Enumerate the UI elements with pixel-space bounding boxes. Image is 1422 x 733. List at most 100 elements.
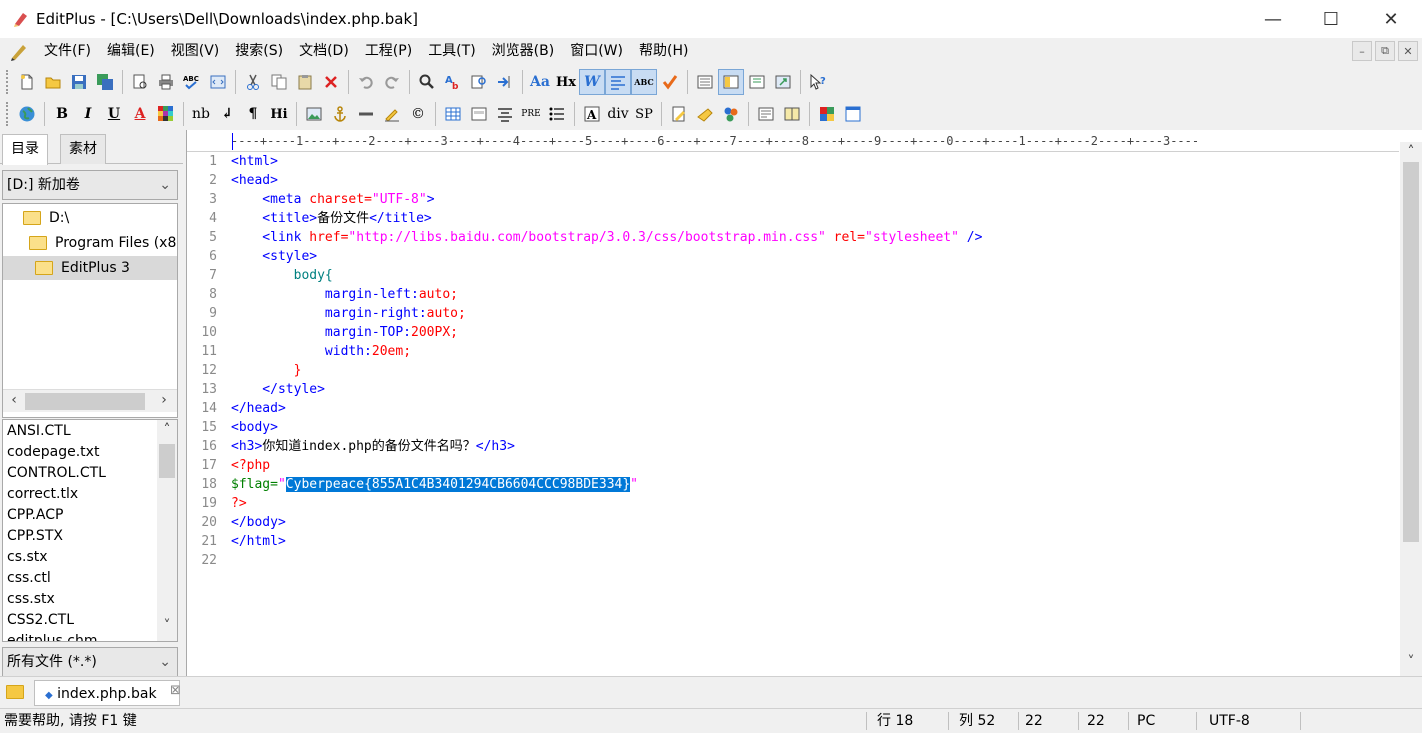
color-picker-button[interactable] — [153, 101, 179, 127]
close-button[interactable]: ✕ — [1362, 0, 1420, 38]
list-button[interactable] — [544, 101, 570, 127]
file-item[interactable]: css.ctl — [7, 568, 51, 589]
file-item[interactable]: cs.stx — [7, 547, 48, 568]
file-filter-select[interactable]: 所有文件 (*.*) ⌄ — [2, 647, 178, 677]
code-area[interactable]: <html> <head> <meta charset="UTF-8"> <ti… — [231, 152, 1399, 676]
minimize-button[interactable]: — — [1244, 0, 1302, 38]
file-item[interactable]: codepage.txt — [7, 442, 99, 463]
save-all-button[interactable] — [92, 69, 118, 95]
mdi-close-button[interactable]: ✕ — [1398, 41, 1418, 61]
editor-vertical-scrollbar[interactable]: ˄ ˅ — [1400, 142, 1422, 676]
horizontal-scrollbar[interactable]: ‹ › — [3, 389, 177, 412]
css-toolbar-button[interactable] — [692, 101, 718, 127]
file-item[interactable]: correct.tlx — [7, 484, 78, 505]
save-button[interactable] — [66, 69, 92, 95]
new-file-button[interactable] — [14, 69, 40, 95]
browser-button[interactable] — [14, 101, 40, 127]
maximize-button[interactable]: ☐ — [1302, 0, 1360, 38]
paragraph-button[interactable]: ¶ — [240, 101, 266, 127]
menu-document[interactable]: 文档(D) — [291, 39, 357, 63]
font-color-button[interactable]: A — [127, 101, 153, 127]
dir-item-selected[interactable]: EditPlus 3 — [3, 256, 177, 280]
image-button[interactable] — [301, 101, 327, 127]
check-button[interactable] — [657, 69, 683, 95]
dir-item[interactable]: D:\ — [23, 206, 69, 230]
html-toolbar-button[interactable] — [666, 101, 692, 127]
span-button[interactable]: SP — [631, 101, 657, 127]
mdi-minimize-button[interactable]: – — [1352, 41, 1372, 61]
toolbar-grip[interactable] — [6, 70, 10, 94]
anchor-button[interactable] — [327, 101, 353, 127]
customize-button[interactable] — [814, 101, 840, 127]
split-view-button[interactable] — [779, 101, 805, 127]
selected-flag-text[interactable]: Cyberpeace{855A1C4B3401294CB6604CCC98BDE… — [285, 477, 631, 492]
mdi-restore-button[interactable]: ⧉ — [1375, 41, 1395, 61]
table-button[interactable] — [440, 101, 466, 127]
scroll-up-icon[interactable]: ˄ — [1402, 144, 1420, 160]
underline-button[interactable]: U — [101, 101, 127, 127]
menu-tools[interactable]: 工具(T) — [420, 39, 483, 63]
special-char-button[interactable]: © — [405, 101, 431, 127]
directory-window-button[interactable] — [718, 69, 744, 95]
menu-file[interactable]: 文件(F) — [36, 39, 99, 63]
scroll-right-icon[interactable]: › — [155, 392, 173, 408]
file-item[interactable]: css.stx — [7, 589, 55, 610]
scroll-up-icon[interactable]: ˄ — [158, 422, 176, 438]
menu-window[interactable]: 窗口(W) — [562, 39, 631, 63]
pre-button[interactable]: PRE — [518, 101, 544, 127]
horizontal-rule-button[interactable] — [353, 101, 379, 127]
file-item[interactable]: CSS2.CTL — [7, 610, 74, 631]
find-button[interactable] — [414, 69, 440, 95]
context-help-button[interactable]: ? — [805, 69, 831, 95]
cut-button[interactable] — [240, 69, 266, 95]
file-item[interactable]: ANSI.CTL — [7, 421, 71, 442]
folder-icon[interactable] — [6, 685, 24, 699]
file-item[interactable]: CPP.STX — [7, 526, 63, 547]
italic-button[interactable]: I — [75, 101, 101, 127]
comment-button[interactable] — [379, 101, 405, 127]
scrollbar-thumb[interactable] — [1403, 162, 1419, 542]
close-tab-icon[interactable]: ⊠ — [170, 683, 181, 698]
print-preview-button[interactable] — [127, 69, 153, 95]
dir-item[interactable]: Program Files (x8 — [29, 231, 176, 255]
replace-button[interactable]: Ab — [440, 69, 466, 95]
div-button[interactable]: div — [605, 101, 631, 127]
indent-guide-button[interactable] — [605, 69, 631, 95]
word-wrap-button[interactable]: W — [579, 69, 605, 95]
align-button[interactable] — [492, 101, 518, 127]
file-item[interactable]: CPP.ACP — [7, 505, 63, 526]
tab-directory[interactable]: 目录 — [2, 134, 48, 165]
menu-view[interactable]: 视图(V) — [163, 39, 228, 63]
scroll-down-icon[interactable]: ˅ — [158, 618, 176, 634]
editor-pane[interactable]: ----+----1----+----2----+----3----+----4… — [186, 130, 1422, 676]
font-tag-button[interactable]: A — [579, 101, 605, 127]
menu-help[interactable]: 帮助(H) — [631, 39, 696, 63]
redo-button[interactable] — [379, 69, 405, 95]
line-break-button[interactable]: ↲ — [214, 101, 240, 127]
scrollbar-thumb[interactable] — [159, 444, 175, 478]
font-button[interactable]: Aa — [527, 69, 553, 95]
output-window-button[interactable] — [692, 69, 718, 95]
delete-button[interactable] — [318, 69, 344, 95]
scroll-left-icon[interactable]: ‹ — [5, 392, 23, 408]
scroll-down-icon[interactable]: ˅ — [1402, 654, 1420, 670]
cliptext-window-button[interactable] — [744, 69, 770, 95]
document-tab-index-php-bak[interactable]: ◆ index.php.bak — [34, 680, 180, 706]
menu-project[interactable]: 工程(P) — [357, 39, 420, 63]
goto-line-button[interactable] — [492, 69, 518, 95]
copy-button[interactable] — [266, 69, 292, 95]
form-button[interactable] — [466, 101, 492, 127]
spell-check-button[interactable]: ABC — [179, 69, 205, 95]
paste-button[interactable] — [292, 69, 318, 95]
bold-button[interactable]: B — [49, 101, 75, 127]
drive-select[interactable]: [D:] 新加卷 ⌄ — [2, 170, 178, 200]
tab-cliptext[interactable]: 素材 — [60, 134, 106, 164]
file-list-scrollbar[interactable]: ˄ ˅ — [157, 420, 177, 641]
find-in-files-button[interactable] — [466, 69, 492, 95]
status-encoding[interactable]: UTF-8 — [1209, 709, 1250, 733]
menu-search[interactable]: 搜索(S) — [227, 39, 291, 63]
window-layout-button[interactable] — [840, 101, 866, 127]
undo-button[interactable] — [353, 69, 379, 95]
menu-edit[interactable]: 编辑(E) — [99, 39, 163, 63]
file-item[interactable]: CONTROL.CTL — [7, 463, 106, 484]
